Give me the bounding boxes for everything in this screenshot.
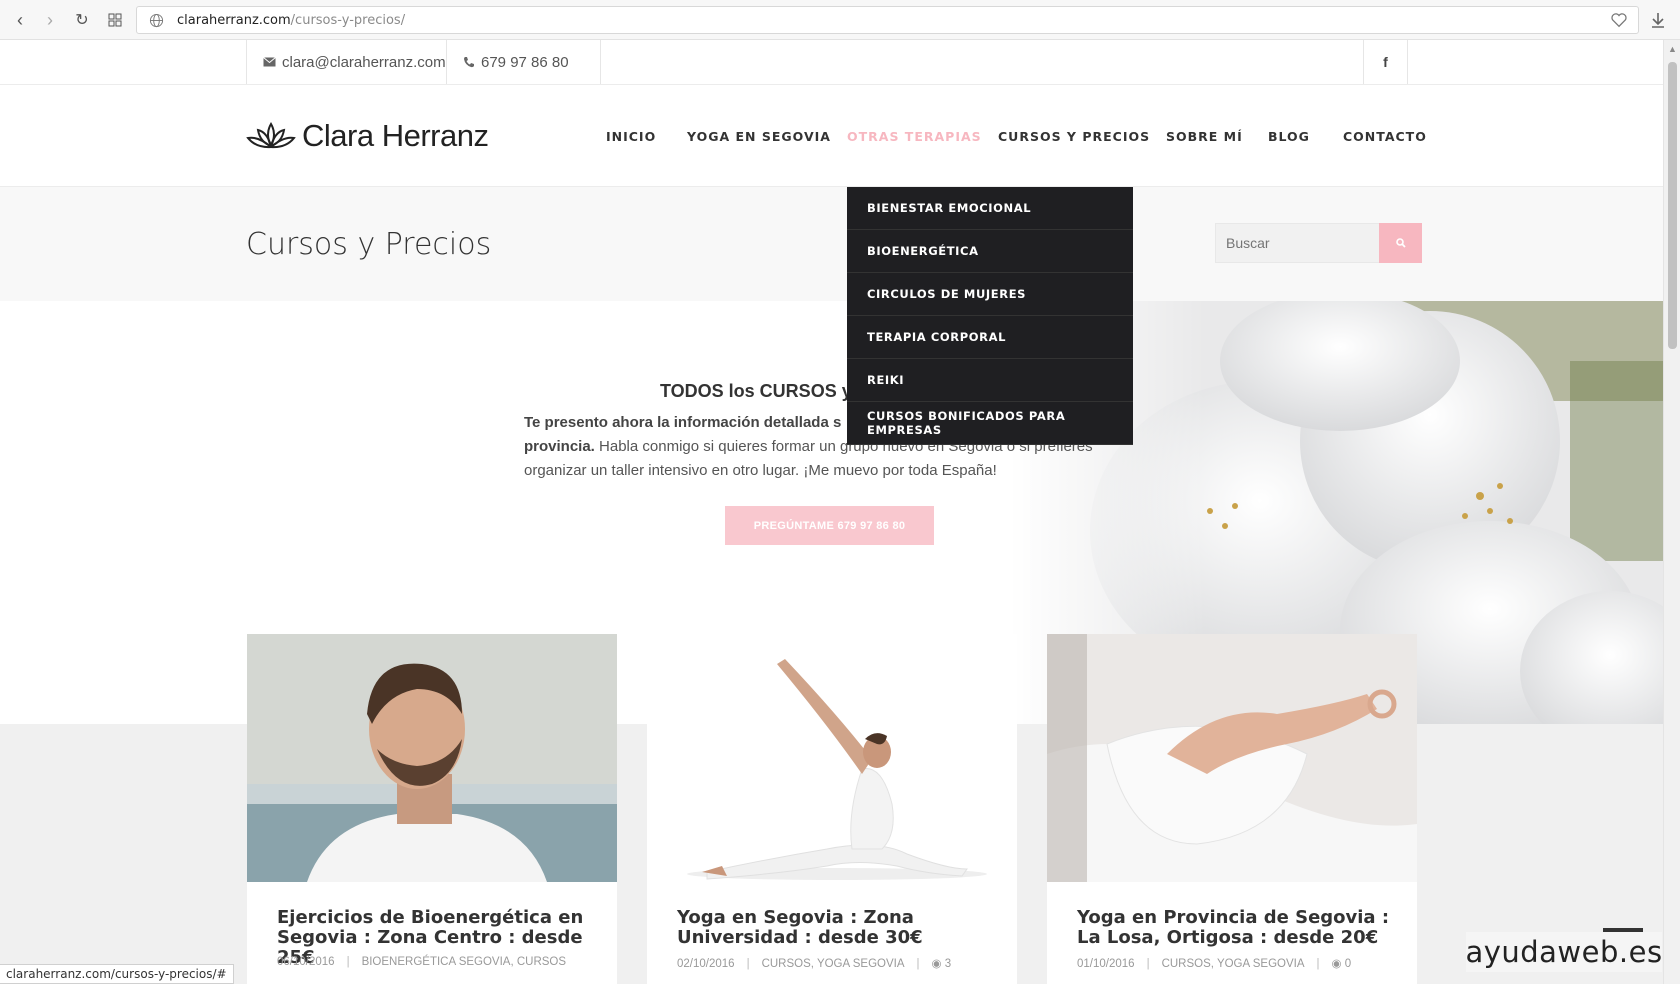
browser-toolbar: ‹ › ↻ claraherranz.com/cursos-y-precios/	[0, 0, 1680, 40]
yoga-pose-image	[647, 634, 1017, 882]
watermark: ayudaweb.es	[1465, 932, 1662, 972]
post-card[interactable]: Yoga en Segovia : Zona Universidad : des…	[647, 634, 1017, 984]
site-header: Clara Herranz INICIO YOGA EN SEGOVIA OTR…	[0, 85, 1663, 187]
page-title-band: Cursos y Precios	[0, 187, 1663, 301]
nav-contacto[interactable]: CONTACTO	[1343, 129, 1427, 144]
dropdown-item-bioenergetica[interactable]: BIOENERGÉTICA	[847, 230, 1133, 273]
search-field[interactable]	[1215, 223, 1391, 263]
nav-otras-terapias[interactable]: OTRAS TERAPIAS	[847, 129, 982, 144]
nav-sobre-mi[interactable]: SOBRE MÍ	[1166, 129, 1243, 144]
phone-icon	[464, 57, 474, 68]
man-breathing-image	[247, 634, 617, 882]
scroll-up-icon[interactable]: ▲	[1668, 44, 1677, 54]
facebook-icon[interactable]: f	[1363, 40, 1408, 84]
address-bar[interactable]: claraherranz.com/cursos-y-precios/	[136, 6, 1639, 34]
post-image[interactable]	[247, 634, 617, 882]
top-info-bar: clara@claraherranz.com 679 97 86 80 f	[0, 40, 1663, 85]
search-input[interactable]	[1216, 224, 1390, 262]
dropdown-item-circulos-de-mujeres[interactable]: CIRCULOS DE MUJERES	[847, 273, 1133, 316]
logo-first-name: Clara	[302, 118, 374, 153]
url-text: claraherranz.com/cursos-y-precios/	[177, 13, 406, 28]
post-meta: 01/10/2016 | CURSOS, YOGA SEGOVIA | ◉ 0	[1077, 958, 1352, 970]
dropdown-item-terapia-corporal[interactable]: TERAPIA CORPORAL	[847, 316, 1133, 359]
comment-icon: ◉	[1331, 958, 1342, 970]
forward-icon[interactable]: ›	[38, 8, 62, 32]
post-card[interactable]: Ejercicios de Bioenergética en Segovia :…	[247, 634, 617, 984]
post-title[interactable]: Yoga en Provincia de Segovia : La Losa, …	[1077, 908, 1397, 948]
hero-text-bold-2: provincia.	[524, 438, 595, 455]
back-icon[interactable]: ‹	[8, 8, 32, 32]
post-categories[interactable]: CURSOS, YOGA SEGOVIA	[762, 958, 905, 970]
site-logo[interactable]: Clara Herranz	[246, 118, 489, 154]
dropdown-item-cursos-bonificados[interactable]: CURSOS BONIFICADOS PARA EMPRESAS	[847, 402, 1133, 445]
nav-yoga-en-segovia[interactable]: YOGA EN SEGOVIA	[687, 129, 831, 144]
search-button[interactable]	[1379, 223, 1422, 263]
page-title: Cursos y Precios	[246, 227, 492, 262]
nav-cursos-y-precios[interactable]: CURSOS Y PRECIOS	[998, 129, 1150, 144]
post-date: 01/10/2016	[1077, 958, 1135, 970]
post-date: 02/10/2016	[677, 958, 735, 970]
post-categories[interactable]: CURSOS, YOGA SEGOVIA	[1162, 958, 1305, 970]
vertical-scrollbar[interactable]: ▲	[1663, 40, 1680, 984]
bookmark-heart-icon[interactable]	[1610, 11, 1628, 29]
meditation-hand-image	[1047, 634, 1417, 882]
post-card[interactable]: Yoga en Provincia de Segovia : La Losa, …	[1047, 634, 1417, 984]
envelope-icon	[263, 57, 276, 67]
reload-icon[interactable]: ↻	[70, 8, 94, 32]
logo-last-name: Herranz	[381, 118, 489, 153]
otras-terapias-dropdown: BIENESTAR EMOCIONAL BIOENERGÉTICA CIRCUL…	[847, 187, 1133, 445]
hero-heading: TODOS los CURSOS y	[660, 381, 852, 401]
post-title[interactable]: Yoga en Segovia : Zona Universidad : des…	[677, 908, 997, 948]
post-meta: 02/10/2016 | CURSOS, YOGA SEGOVIA | ◉ 3	[677, 958, 952, 970]
search-icon	[1395, 238, 1406, 248]
cta-call-button[interactable]: PREGÚNTAME 679 97 86 80	[725, 506, 934, 545]
hero-text-bold-1: Te presento ahora la información detalla…	[524, 414, 842, 431]
phone-link[interactable]: 679 97 86 80	[446, 40, 601, 84]
post-categories[interactable]: BIOENERGÉTICA SEGOVIA, CURSOS	[362, 956, 567, 968]
comment-icon: ◉	[931, 958, 942, 970]
post-image[interactable]	[1047, 634, 1417, 882]
download-icon[interactable]	[1648, 10, 1668, 30]
post-comments-count[interactable]: 0	[1345, 958, 1351, 970]
browser-status-bar: claraherranz.com/cursos-y-precios/#	[0, 964, 234, 984]
post-meta: 06/10/2016 | BIOENERGÉTICA SEGOVIA, CURSOS	[277, 956, 567, 968]
email-link[interactable]: clara@claraherranz.com	[246, 40, 446, 84]
lotus-icon	[246, 122, 296, 149]
scrollbar-thumb[interactable]	[1668, 62, 1677, 349]
post-date: 06/10/2016	[277, 956, 335, 968]
post-image[interactable]	[647, 634, 1017, 882]
dropdown-item-bienestar-emocional[interactable]: BIENESTAR EMOCIONAL	[847, 187, 1133, 230]
nav-inicio[interactable]: INICIO	[606, 129, 656, 144]
globe-icon	[149, 13, 164, 28]
dropdown-item-reiki[interactable]: REIKI	[847, 359, 1133, 402]
nav-blog[interactable]: BLOG	[1268, 129, 1310, 144]
post-comments-count[interactable]: 3	[945, 958, 951, 970]
speed-dial-icon[interactable]	[103, 8, 127, 32]
